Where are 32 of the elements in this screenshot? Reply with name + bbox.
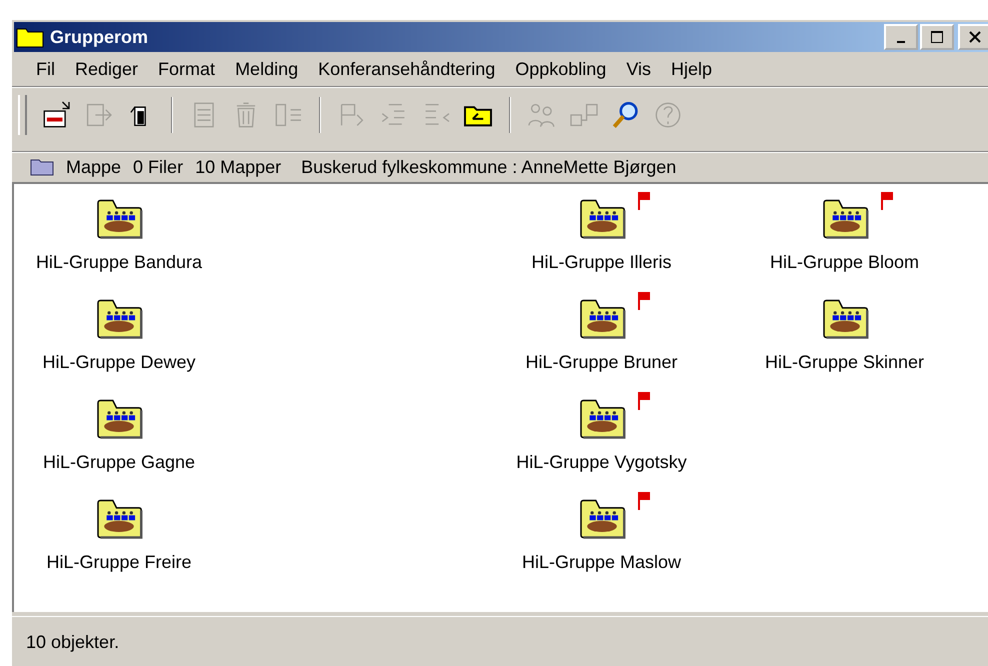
maximize-icon xyxy=(930,30,944,44)
file-count: 0 Filer xyxy=(133,156,184,178)
close-button[interactable] xyxy=(958,24,988,50)
folder-label[interactable]: HiL-Gruppe Bandura xyxy=(36,252,202,273)
folder-label[interactable]: HiL-Gruppe Vygotsky xyxy=(516,452,687,473)
maximize-button[interactable] xyxy=(920,24,954,50)
status-text: 10 objekter. xyxy=(26,632,120,653)
menu-item[interactable]: Vis xyxy=(616,58,662,80)
window-title: Grupperom xyxy=(50,26,150,48)
minimize-icon xyxy=(897,41,905,43)
menu-item[interactable]: Hjelp xyxy=(661,58,722,80)
menu-item[interactable]: Rediger xyxy=(65,58,148,80)
folder-icon xyxy=(16,26,44,48)
folder-type: Mappe xyxy=(66,156,122,178)
folder-label[interactable]: HiL-Gruppe Gagne xyxy=(42,452,196,473)
folder-label[interactable]: HiL-Gruppe Freire xyxy=(46,552,192,573)
menu-item[interactable]: Oppkobling xyxy=(505,58,616,80)
folder-count: 10 Mapper xyxy=(195,156,282,178)
toolbar-grip xyxy=(18,95,27,135)
folder-location: Buskerud fylkeskommune : AnneMette Bjørgen xyxy=(301,156,676,178)
menu-item[interactable]: Melding xyxy=(225,58,308,80)
folder-label[interactable]: HiL-Gruppe Maslow xyxy=(522,552,682,573)
menu-item[interactable]: Fil xyxy=(26,58,65,80)
menu-item[interactable]: Konferansehåndtering xyxy=(308,58,506,80)
folder-icon xyxy=(30,158,54,176)
folder-label[interactable]: HiL-Gruppe Dewey xyxy=(42,352,196,373)
folder-label[interactable]: HiL-Gruppe Bloom xyxy=(770,252,920,273)
folder-label[interactable]: HiL-Gruppe Bruner xyxy=(525,352,678,373)
folder-label[interactable]: HiL-Gruppe Skinner xyxy=(764,352,924,373)
menu-item[interactable]: Format xyxy=(148,58,226,80)
folder-label[interactable]: HiL-Gruppe Illeris xyxy=(531,252,672,273)
close-icon xyxy=(968,30,982,44)
